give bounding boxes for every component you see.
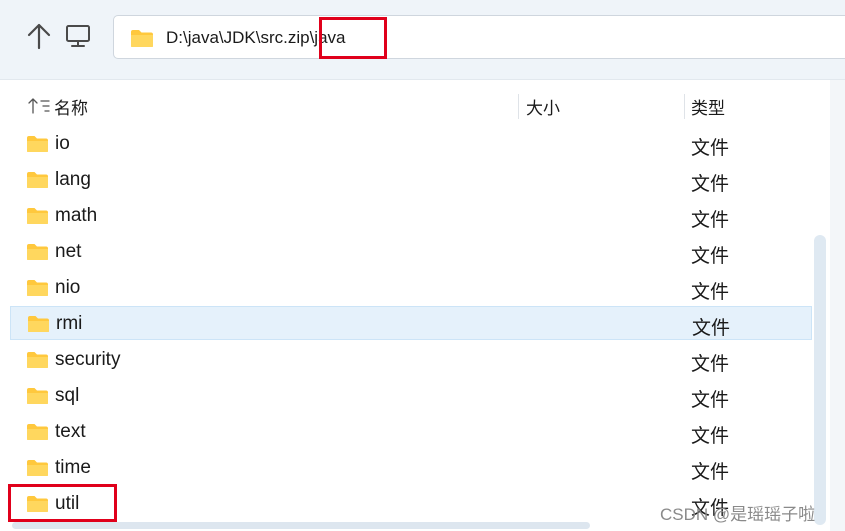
file-type: 文件 xyxy=(691,210,730,231)
list-item[interactable]: nio 文件 xyxy=(10,271,812,305)
column-header-type-label: 类型 xyxy=(691,98,725,118)
file-name: net xyxy=(55,241,82,262)
file-type: 文件 xyxy=(691,174,730,195)
column-header-size[interactable]: 大小 xyxy=(526,93,560,119)
list-item[interactable]: lang 文件 xyxy=(10,163,812,197)
file-name: util xyxy=(55,493,80,514)
column-header-size-label: 大小 xyxy=(526,98,560,118)
file-type: 文件 xyxy=(691,246,730,267)
file-name: time xyxy=(55,457,91,478)
list-item[interactable]: text 文件 xyxy=(10,415,812,449)
folder-icon xyxy=(27,496,48,512)
file-name: rmi xyxy=(56,313,83,334)
file-type: 文件 xyxy=(691,282,730,303)
horizontal-scrollbar-thumb[interactable] xyxy=(12,522,590,529)
sort-icon xyxy=(28,97,50,115)
file-type: 文件 xyxy=(691,138,730,159)
folder-icon xyxy=(27,136,48,152)
file-name: math xyxy=(55,205,98,226)
vertical-scrollbar-track[interactable] xyxy=(830,80,845,531)
folder-icon xyxy=(27,208,48,224)
list-item[interactable]: math 文件 xyxy=(10,199,812,233)
arrow-up-icon xyxy=(27,23,51,50)
list-item[interactable]: security 文件 xyxy=(10,343,812,377)
file-type: 文件 xyxy=(692,318,731,339)
column-header-name-label: 名称 xyxy=(54,98,88,118)
file-name: security xyxy=(55,349,121,370)
folder-icon xyxy=(28,316,49,332)
up-button[interactable] xyxy=(22,18,56,54)
column-header-type[interactable]: 类型 xyxy=(691,93,725,119)
address-path[interactable]: D:\java\JDK\src.zip\java xyxy=(166,28,346,48)
folder-icon xyxy=(27,460,48,476)
column-header-name[interactable]: 名称 xyxy=(28,93,88,119)
folder-icon xyxy=(27,244,48,260)
list-item[interactable]: net 文件 xyxy=(10,235,812,269)
column-divider[interactable] xyxy=(518,94,519,119)
vertical-scrollbar-thumb[interactable] xyxy=(814,235,826,525)
file-type: 文件 xyxy=(691,354,730,375)
folder-icon xyxy=(27,280,48,296)
file-name: io xyxy=(55,133,70,154)
toolbar: D:\java\JDK\src.zip\java xyxy=(0,0,845,80)
this-pc-button[interactable] xyxy=(61,18,95,54)
folder-icon xyxy=(131,30,153,47)
computer-icon xyxy=(66,25,90,47)
list-item[interactable]: sql 文件 xyxy=(10,379,812,413)
folder-icon xyxy=(27,172,48,188)
column-divider[interactable] xyxy=(684,94,685,119)
list-item[interactable]: time 文件 xyxy=(10,451,812,485)
folder-icon xyxy=(27,352,48,368)
file-name: text xyxy=(55,421,86,442)
list-item-selected[interactable]: rmi 文件 xyxy=(10,306,812,340)
list-item[interactable]: io 文件 xyxy=(10,127,812,161)
file-name: sql xyxy=(55,385,80,406)
file-name: nio xyxy=(55,277,81,298)
file-name: lang xyxy=(55,169,91,190)
folder-icon xyxy=(27,388,48,404)
file-type: 文件 xyxy=(691,462,730,483)
file-type: 文件 xyxy=(691,390,730,411)
watermark: CSDN @是瑶瑶子啦 xyxy=(660,505,816,524)
file-type: 文件 xyxy=(691,426,730,447)
folder-icon xyxy=(27,424,48,440)
address-bar[interactable]: D:\java\JDK\src.zip\java xyxy=(113,15,845,59)
